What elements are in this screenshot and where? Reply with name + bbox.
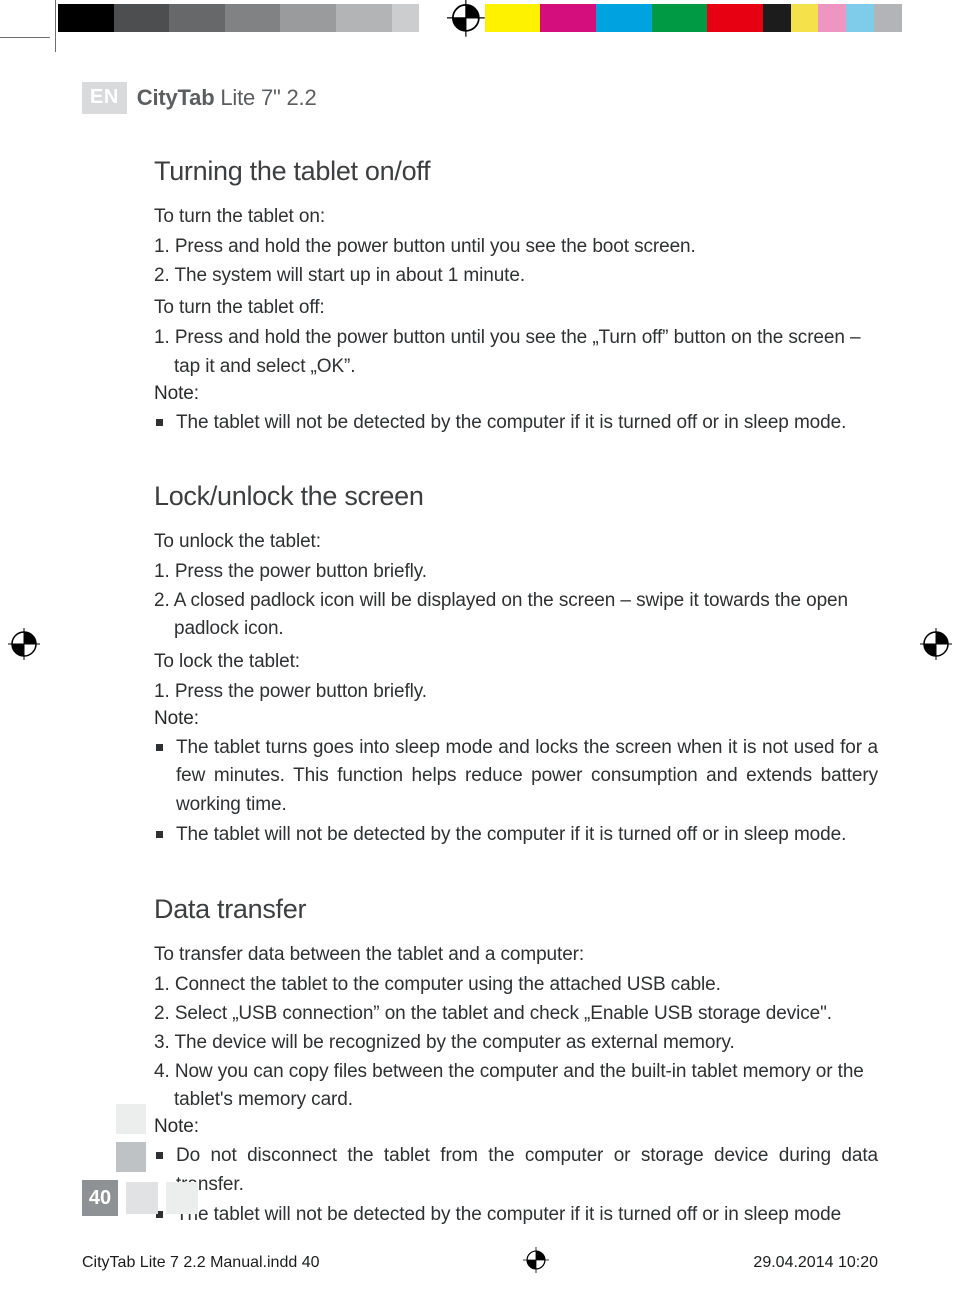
language-badge: EN xyxy=(82,82,127,114)
document-info-bar: CityTab Lite 7 2.2 Manual.indd 40 29.04.… xyxy=(82,1247,878,1278)
color-swatch xyxy=(280,4,308,32)
registration-mark-icon xyxy=(8,628,40,660)
list-item: The tablet turns goes into sleep mode an… xyxy=(154,734,878,820)
color-swatch xyxy=(707,4,735,32)
list-item: 1. Press and hold the power button until… xyxy=(154,233,878,261)
page-content: EN CityTab Lite 7" 2.2 Turning the table… xyxy=(82,80,878,1226)
color-swatch xyxy=(540,4,568,32)
section-heading: Data transfer xyxy=(154,894,878,925)
color-swatch xyxy=(392,4,420,32)
color-swatch xyxy=(846,4,874,32)
note-label: Note: xyxy=(154,1116,878,1138)
ordered-list: 1. Press and hold the power button until… xyxy=(154,233,878,290)
registration-mark-icon xyxy=(447,4,485,32)
color-swatch xyxy=(364,4,392,32)
paragraph: To transfer data between the tablet and … xyxy=(154,941,878,969)
ordered-list: 1. Connect the tablet to the computer us… xyxy=(154,971,878,1115)
list-item: Do not disconnect the tablet from the co… xyxy=(154,1142,878,1199)
paragraph: To lock the tablet: xyxy=(154,648,878,676)
bullet-list: Do not disconnect the tablet from the co… xyxy=(154,1142,878,1230)
list-item: 2. The system will start up in about 1 m… xyxy=(154,262,878,290)
trim-line xyxy=(0,37,50,38)
list-item: The tablet will not be detected by the c… xyxy=(154,409,878,438)
section: Turning the tablet on/off To turn the tab… xyxy=(154,156,878,437)
color-swatch xyxy=(596,4,624,32)
ordered-list: 1. Press and hold the power button until… xyxy=(154,324,878,380)
list-item: 1. Connect the tablet to the computer us… xyxy=(154,971,878,999)
paragraph: To turn the tablet on: xyxy=(154,203,878,231)
footer-square xyxy=(166,1182,198,1214)
paragraph: To unlock the tablet: xyxy=(154,528,878,556)
color-swatch xyxy=(253,4,281,32)
color-swatch xyxy=(624,4,652,32)
color-swatch xyxy=(513,4,541,32)
list-item: 1. Press the power button briefly. xyxy=(154,558,878,586)
registration-mark-icon xyxy=(523,1247,549,1278)
note-label: Note: xyxy=(154,708,878,730)
color-swatch xyxy=(336,4,364,32)
color-swatch xyxy=(818,4,846,32)
print-color-bar xyxy=(58,4,902,32)
product-title: CityTab Lite 7" 2.2 xyxy=(137,85,317,111)
footer-square xyxy=(116,1142,146,1172)
color-swatch xyxy=(308,4,336,32)
color-swatch xyxy=(874,4,902,32)
trim-line xyxy=(55,0,56,52)
section: Lock/unlock the screen To unlock the tabl… xyxy=(154,481,878,850)
list-item: 4. Now you can copy files between the co… xyxy=(154,1058,878,1114)
list-item: The tablet will not be detected by the c… xyxy=(154,1201,878,1230)
color-swatch xyxy=(652,4,680,32)
list-item: 1. Press and hold the power button until… xyxy=(154,324,878,380)
color-swatch xyxy=(225,4,253,32)
color-swatch xyxy=(86,4,114,32)
list-item: 1. Press the power button briefly. xyxy=(154,678,878,706)
list-item: 2. A closed padlock icon will be display… xyxy=(154,587,878,643)
note-label: Note: xyxy=(154,383,878,405)
color-swatch xyxy=(679,4,707,32)
ordered-list: 1. Press the power button briefly. xyxy=(154,678,878,706)
color-swatch xyxy=(791,4,819,32)
content-column: Turning the tablet on/off To turn the tab… xyxy=(154,156,878,1230)
list-item: 2. Select „USB connection” on the tablet… xyxy=(154,1000,878,1028)
color-swatch xyxy=(568,4,596,32)
footer-decoration: 40 xyxy=(82,1104,198,1216)
section-heading: Turning the tablet on/off xyxy=(154,156,878,187)
color-swatch xyxy=(114,4,142,32)
section: Data transfer To transfer data between th… xyxy=(154,894,878,1230)
doc-header: EN CityTab Lite 7" 2.2 xyxy=(82,82,878,114)
registration-mark-icon xyxy=(920,628,952,660)
bullet-list: The tablet turns goes into sleep mode an… xyxy=(154,734,878,850)
color-swatch xyxy=(763,4,791,32)
footer-square xyxy=(126,1182,158,1214)
color-swatch xyxy=(169,4,197,32)
color-swatch xyxy=(735,4,763,32)
list-item: 3. The device will be recognized by the … xyxy=(154,1029,878,1057)
color-swatch xyxy=(141,4,169,32)
color-swatch xyxy=(197,4,225,32)
footer-square xyxy=(116,1104,146,1134)
bullet-list: The tablet will not be detected by the c… xyxy=(154,409,878,438)
section-heading: Lock/unlock the screen xyxy=(154,481,878,512)
paragraph: To turn the tablet off: xyxy=(154,294,878,322)
color-swatch xyxy=(485,4,513,32)
page-number: 40 xyxy=(82,1180,118,1216)
doc-datetime: 29.04.2014 10:20 xyxy=(753,1254,878,1272)
ordered-list: 1. Press the power button briefly.2. A c… xyxy=(154,558,878,643)
color-swatch xyxy=(419,4,447,32)
list-item: The tablet will not be detected by the c… xyxy=(154,821,878,850)
doc-filename: CityTab Lite 7 2.2 Manual.indd 40 xyxy=(82,1254,319,1272)
color-swatch xyxy=(58,4,86,32)
